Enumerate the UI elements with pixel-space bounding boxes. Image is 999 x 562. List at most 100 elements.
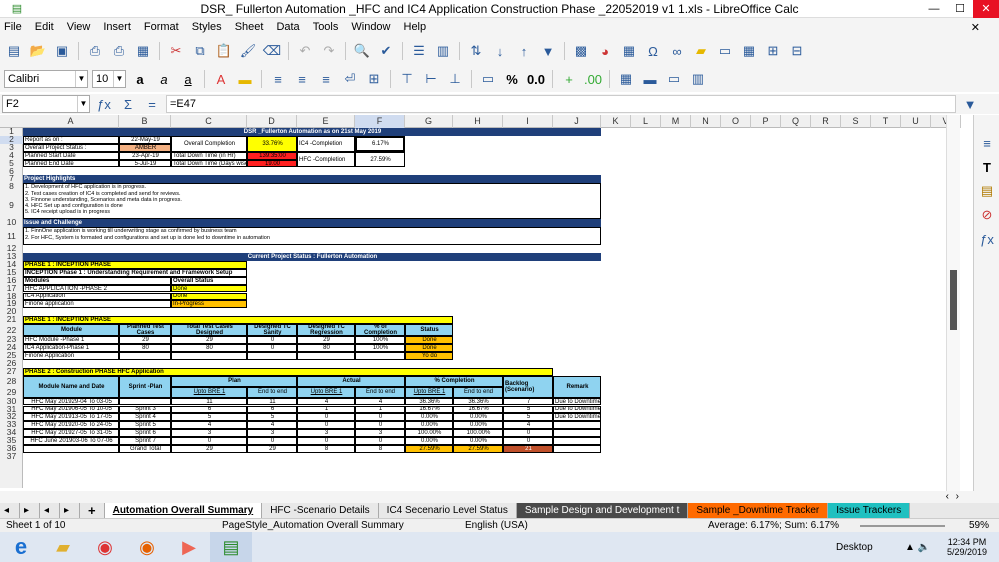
module-name[interactable]: IC4 Application	[23, 292, 171, 301]
t3-cell[interactable]: 27.59%	[453, 445, 503, 453]
t2-cell[interactable]	[297, 351, 355, 360]
t3-cell[interactable]: 0.00%	[405, 421, 453, 430]
tab-scroll-first-icon[interactable]: ◂	[0, 503, 20, 518]
font-size-box[interactable]: 10 ▼	[92, 70, 126, 88]
t3-header[interactable]: Sprint -Plan	[119, 375, 171, 398]
highlights-header[interactable]: Project Highlights	[23, 175, 601, 184]
hyperlink-icon[interactable]: ∞	[667, 41, 687, 61]
t3-cell[interactable]: 5	[503, 405, 553, 414]
sort-desc-icon[interactable]: ↑	[514, 41, 534, 61]
status-zoom[interactable]: 59%	[969, 520, 989, 531]
tab-automation-overall-summary[interactable]: Automation Overall Summary	[104, 503, 263, 518]
t3-cell[interactable]: 3	[355, 429, 405, 438]
downtime-days-value[interactable]: 19.00	[247, 159, 297, 168]
font-name-box[interactable]: Calibri ▼	[4, 70, 88, 88]
close-button[interactable]: ✕	[973, 0, 999, 18]
col-header-M[interactable]: M	[661, 115, 691, 128]
t3-cell[interactable]: 0	[355, 437, 405, 445]
border-color-icon[interactable]: ▭	[664, 69, 684, 89]
modules-header[interactable]: Modules	[23, 276, 171, 285]
phase1-sub[interactable]: INCEPTION Phase 1 : Understanding Requir…	[23, 268, 247, 277]
module-status[interactable]: In-Progress	[171, 300, 247, 309]
t3-cell[interactable]: 0.00%	[453, 421, 503, 430]
t3-cell[interactable]: 0.00%	[405, 437, 453, 445]
start-date[interactable]: 23-Apr-19	[119, 151, 171, 160]
t3-cell[interactable]: 6	[247, 405, 297, 414]
t2-header[interactable]: Module	[23, 324, 119, 337]
downtime-hr-label[interactable]: Total Down Time (in Hr)	[171, 151, 247, 160]
vertical-scroll-thumb[interactable]	[950, 270, 957, 330]
row-header-9[interactable]: 9	[0, 191, 23, 219]
paste-icon[interactable]: 📋	[214, 41, 234, 61]
highlight-icon[interactable]: ▬	[235, 69, 255, 89]
tray-icons[interactable]: ▲ 🔈	[905, 542, 930, 553]
t3-cell[interactable]: Due to Downtime	[553, 413, 601, 422]
col-header-F[interactable]: F	[355, 115, 405, 128]
t3-cell[interactable]: Due to Downtime	[553, 405, 601, 414]
col-header-N[interactable]: N	[691, 115, 721, 128]
t3-subheader[interactable]: End to end	[247, 386, 297, 398]
end-label[interactable]: Planned End Date	[23, 159, 119, 168]
t3-cell[interactable]: 29	[171, 445, 247, 453]
t3-cell[interactable]: 5	[503, 413, 553, 422]
vertical-scrollbar[interactable]	[946, 115, 960, 491]
t3-cell[interactable]	[553, 429, 601, 438]
borders-icon[interactable]: ▦	[616, 69, 636, 89]
t3-subheader[interactable]: End to end	[453, 386, 503, 398]
t3-cell[interactable]: Sprint 3	[119, 405, 171, 414]
t2-cell[interactable]: 100%	[355, 344, 405, 352]
menu-view[interactable]: View	[67, 21, 91, 33]
report-label[interactable]: Report as on :	[23, 135, 119, 144]
clone-icon[interactable]: 🖌	[238, 41, 258, 61]
grid-icon[interactable]: ⊟	[787, 41, 807, 61]
expand-formula-icon[interactable]: ▼	[960, 94, 980, 114]
t2-header[interactable]: Designed TC Sanity	[247, 324, 297, 337]
t3-module[interactable]: HFC May 2019 27-05 To 31-05	[23, 429, 119, 438]
t3-cell[interactable]: 4	[503, 421, 553, 430]
row-header-28[interactable]: 28	[0, 376, 23, 387]
col-header-J[interactable]: J	[553, 115, 601, 128]
undo-icon[interactable]: ↶	[295, 41, 315, 61]
export-pdf-icon[interactable]: ⎙	[85, 41, 105, 61]
freeze-icon[interactable]: ▦	[739, 41, 759, 61]
status-amber[interactable]: AMBER	[119, 143, 171, 152]
function-wizard-icon[interactable]: ƒx	[94, 94, 114, 114]
t3-cell[interactable]: 0	[355, 421, 405, 430]
t2-cell[interactable]	[355, 351, 405, 360]
col-header-L[interactable]: L	[631, 115, 661, 128]
styles-icon[interactable]: T	[977, 157, 997, 177]
navigator-icon[interactable]: ⊘	[977, 205, 997, 225]
t3-cell[interactable]: 100.00%	[405, 429, 453, 438]
t3-subheader[interactable]: End to end	[355, 386, 405, 398]
col-header-S[interactable]: S	[841, 115, 871, 128]
functions-icon[interactable]: ƒx	[977, 229, 997, 249]
t3-cell[interactable]: 0	[297, 413, 355, 422]
downtime-days-label[interactable]: Total Down Time (Days wise)	[171, 159, 247, 168]
row-header-8[interactable]: 8	[0, 182, 23, 191]
scroll-right-icon[interactable]: ›	[956, 491, 959, 502]
col-header-A[interactable]: A	[23, 115, 119, 128]
t3-cell[interactable]	[553, 421, 601, 430]
menu-help[interactable]: Help	[404, 21, 427, 33]
italic-icon[interactable]: a	[154, 69, 174, 89]
maximize-button[interactable]: ☐	[947, 0, 973, 18]
t3-subheader[interactable]: Upto BRE 1	[405, 386, 453, 398]
t2-cell[interactable]: Yo do	[405, 351, 453, 360]
phase1-label[interactable]: PHASE 1 : INCEPTION PHASE	[23, 260, 247, 269]
t3-cell[interactable]: 0.00%	[405, 413, 453, 422]
row-header-37[interactable]: 37	[0, 452, 23, 461]
status-label[interactable]: Overall Project Status :	[23, 143, 119, 152]
t3-cell[interactable]: 0.00%	[453, 437, 503, 445]
t3-cell[interactable]: 100.00%	[453, 429, 503, 438]
menu-tools[interactable]: Tools	[313, 21, 339, 33]
autofilter-icon[interactable]: ▼	[538, 41, 558, 61]
align-top-icon[interactable]: ⊤	[397, 69, 417, 89]
tab-ic4-scenario-status[interactable]: IC4 Secenario Level Status	[379, 503, 517, 518]
clear-icon[interactable]: ⌫	[262, 41, 282, 61]
col-header-K[interactable]: K	[601, 115, 631, 128]
print-preview-icon[interactable]: ▦	[133, 41, 153, 61]
t3-cell[interactable]: 7	[503, 397, 553, 406]
desktop-label[interactable]: Desktop	[836, 542, 873, 553]
menu-file[interactable]: File	[4, 21, 22, 33]
t3-cell[interactable]: 5	[171, 413, 247, 422]
